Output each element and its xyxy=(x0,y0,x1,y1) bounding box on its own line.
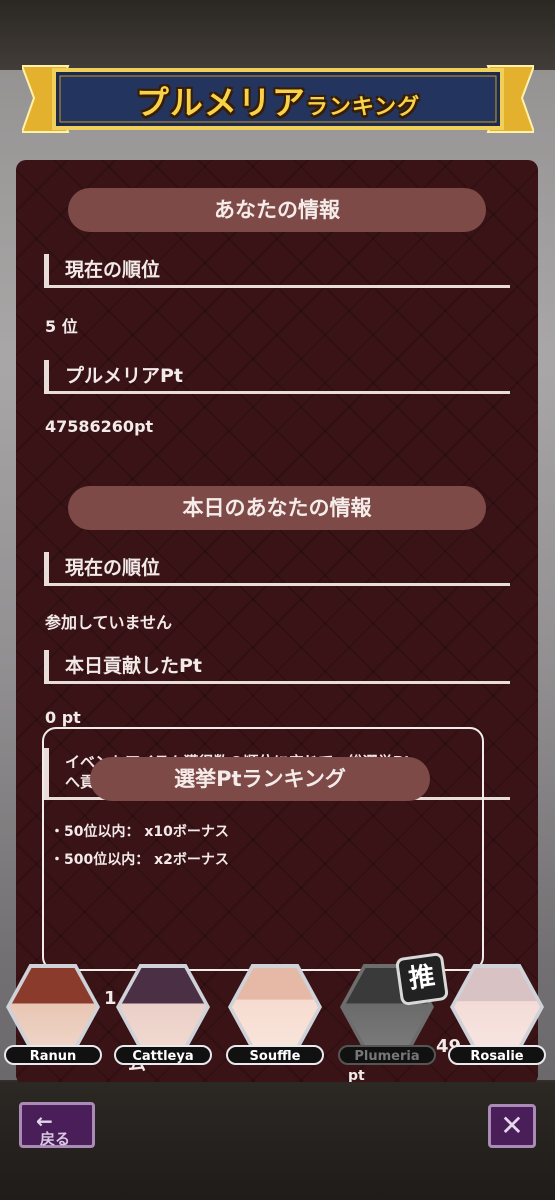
election-ranking-heading: 選挙Ptランキング xyxy=(90,757,430,801)
close-button[interactable]: ✕ xyxy=(488,1104,536,1148)
your-info-heading: あなたの情報 xyxy=(68,188,486,232)
today-rank-label: 現在の順位 xyxy=(44,552,510,586)
page-title: プルメリアランキング xyxy=(135,83,421,122)
current-rank-value: 5 位 xyxy=(45,317,78,336)
back-label: 戻る xyxy=(40,1130,71,1148)
current-rank-label: 現在の順位 xyxy=(44,254,510,288)
character-ranun[interactable]: Ranun xyxy=(0,962,106,1072)
title-banner: プルメリアランキング xyxy=(22,62,534,136)
character-name: Ranun xyxy=(4,1045,102,1065)
plumeria-pt-label: プルメリアPt xyxy=(44,360,510,394)
today-info-heading: 本日のあなたの情報 xyxy=(68,486,486,530)
character-name: Rosalie xyxy=(448,1045,546,1065)
today-rank-value: 参加していません xyxy=(45,613,173,632)
plumeria-pt-value: 47586260pt xyxy=(45,417,154,436)
character-souffle[interactable]: Souffle xyxy=(222,962,328,1072)
character-name: Souffle xyxy=(226,1045,324,1065)
today-pt-value: 0 pt xyxy=(45,708,81,727)
character-bar: Ranun Cattleya Souffle Plumeria Rosalie xyxy=(0,962,555,1072)
character-rosalie[interactable]: Rosalie xyxy=(444,962,550,1072)
character-name: Plumeria xyxy=(338,1045,436,1065)
character-cattleya[interactable]: Cattleya xyxy=(110,962,216,1072)
back-button[interactable]: ← 戻る xyxy=(19,1102,95,1148)
today-pt-label: 本日貢献したPt xyxy=(44,650,510,684)
character-name: Cattleya xyxy=(114,1045,212,1065)
oshi-badge-icon: 推 xyxy=(394,951,450,1007)
